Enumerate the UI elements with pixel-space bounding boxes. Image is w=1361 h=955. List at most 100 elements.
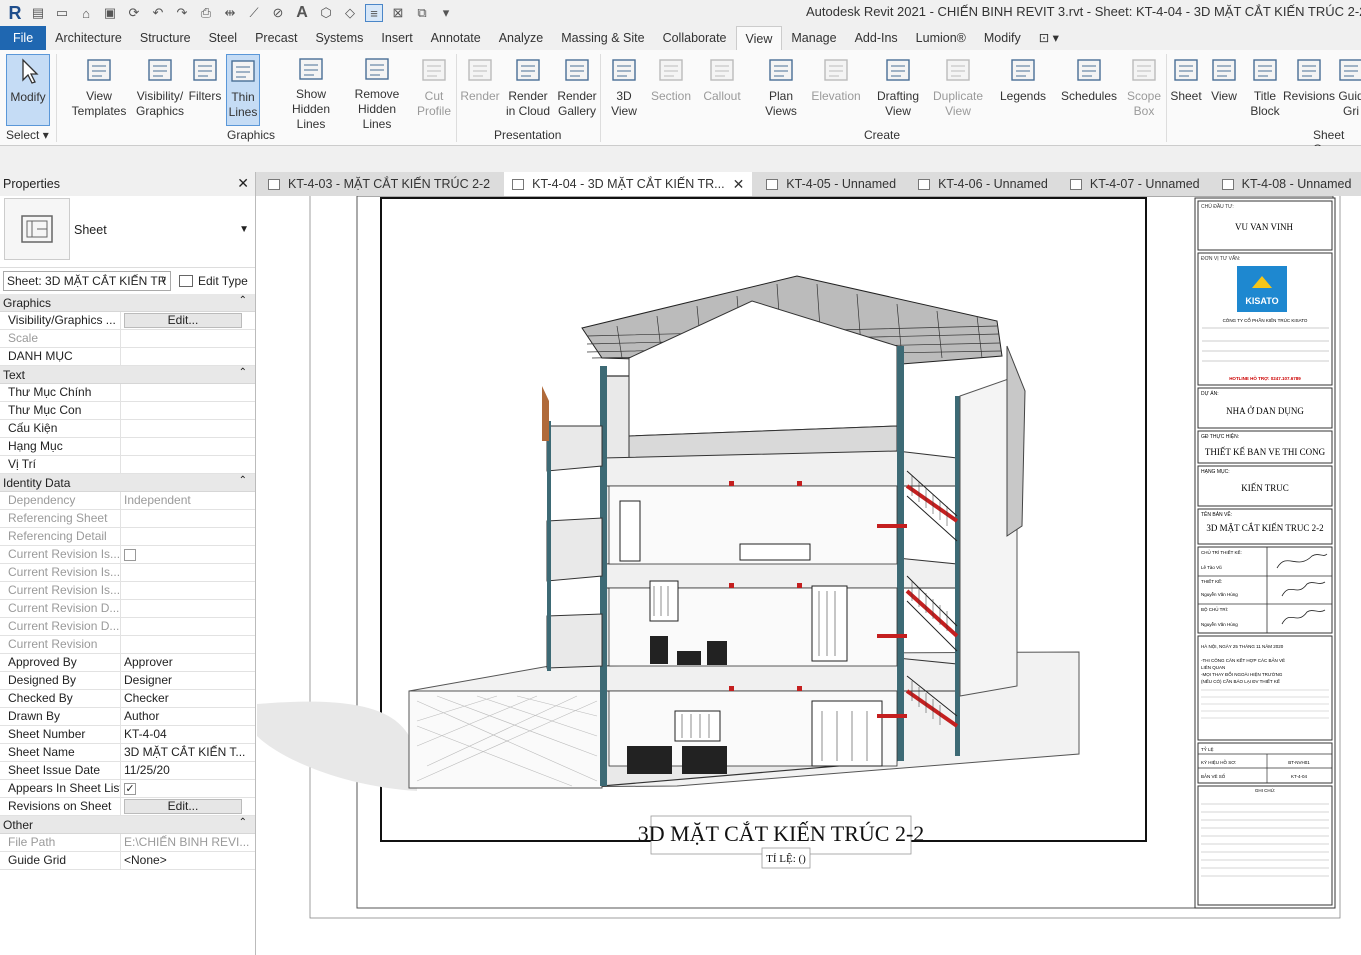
property-value-cell[interactable]: Edit... bbox=[121, 798, 255, 815]
tab-file[interactable]: File bbox=[0, 26, 47, 50]
ribbon-button-callout[interactable]: Callout bbox=[700, 54, 744, 126]
property-value-cell[interactable]: 11/25/20 bbox=[121, 762, 255, 779]
edit-type-button[interactable]: Edit Type bbox=[179, 274, 248, 288]
property-value[interactable]: Checker bbox=[124, 691, 169, 705]
property-value[interactable]: Designer bbox=[124, 673, 172, 687]
document-tab[interactable]: KT-4-06 - Unnamed bbox=[910, 172, 1056, 196]
ribbon-button-modify[interactable]: Modify bbox=[6, 54, 50, 126]
property-value-cell[interactable]: 3D MẶT CẮT KIẾN T... bbox=[121, 744, 255, 761]
instance-filter-dropdown[interactable]: Sheet: 3D MẶT CẮT KIẾN TR ∨ bbox=[3, 271, 171, 291]
property-value-cell[interactable] bbox=[121, 456, 255, 473]
redo-icon[interactable]: ↷ bbox=[173, 4, 191, 22]
ribbon-button-show-hidden-lines[interactable]: Show Hidden Lines bbox=[280, 54, 342, 131]
ribbon-button-legends[interactable]: Legends bbox=[996, 54, 1050, 126]
select-group-label[interactable]: Select ▾ bbox=[6, 128, 49, 142]
tab-structure[interactable]: Structure bbox=[131, 26, 200, 50]
section-tool-icon[interactable]: ◇ bbox=[341, 4, 359, 22]
document-tab[interactable]: KT-4-05 - Unnamed bbox=[758, 172, 904, 196]
category-identity-data[interactable]: Identity Data ⌃ bbox=[0, 474, 255, 492]
property-value-cell[interactable]: <None> bbox=[121, 852, 255, 869]
new-icon[interactable]: ▭ bbox=[53, 4, 71, 22]
property-value-cell[interactable]: ✓ bbox=[121, 780, 255, 797]
collapse-icon[interactable]: ⌃ bbox=[239, 295, 247, 306]
ribbon-button-view[interactable]: View bbox=[1206, 54, 1242, 126]
chevron-down-icon[interactable]: ▼ bbox=[239, 224, 249, 235]
property-value-cell[interactable] bbox=[121, 546, 255, 563]
ribbon-button-render-gallery[interactable]: Render Gallery bbox=[555, 54, 599, 126]
property-value-cell[interactable]: E:\CHIẾN BINH REVI... bbox=[121, 834, 255, 851]
switch-windows-icon[interactable]: ⧉ bbox=[413, 4, 431, 22]
property-value-cell[interactable] bbox=[121, 510, 255, 527]
property-value-cell[interactable]: Author bbox=[121, 708, 255, 725]
ribbon-button-render-in-cloud[interactable]: Render in Cloud bbox=[505, 54, 551, 126]
close-icon[interactable]: ✕ bbox=[237, 175, 249, 192]
tab-lumion[interactable]: Lumion® bbox=[907, 26, 975, 50]
save-icon[interactable]: ▣ bbox=[101, 4, 119, 22]
property-value[interactable]: 3D MẶT CẮT KIẾN T... bbox=[124, 745, 245, 759]
tab-precast[interactable]: Precast bbox=[246, 26, 306, 50]
property-value-cell[interactable]: Approver bbox=[121, 654, 255, 671]
category-graphics[interactable]: Graphics ⌃ bbox=[0, 294, 255, 312]
property-value-cell[interactable] bbox=[121, 384, 255, 401]
type-selector[interactable]: Sheet ▼ bbox=[0, 196, 255, 268]
collapse-icon[interactable]: ⌃ bbox=[239, 475, 247, 486]
drawing-canvas[interactable]: 3D MẶT CẮT KIẾN TRÚC 2-2 TỈ LỆ: () CHỦ Đ… bbox=[257, 196, 1361, 955]
tab-modify[interactable]: Modify bbox=[975, 26, 1030, 50]
property-value[interactable]: Independent bbox=[124, 493, 191, 507]
ribbon-button-elevation[interactable]: Elevation bbox=[811, 54, 861, 126]
thin-lines-qat-icon[interactable]: ≡ bbox=[365, 4, 383, 22]
ribbon-button-scope-box[interactable]: Scope Box bbox=[1124, 54, 1164, 126]
ribbon-button-duplicate-view[interactable]: Duplicate View bbox=[930, 54, 986, 126]
ribbon-button-title-block[interactable]: Title Block bbox=[1246, 54, 1284, 126]
category-other[interactable]: Other ⌃ bbox=[0, 816, 255, 834]
tab-architecture[interactable]: Architecture bbox=[46, 26, 131, 50]
tab-insert[interactable]: Insert bbox=[372, 26, 421, 50]
tab-analyze[interactable]: Analyze bbox=[490, 26, 552, 50]
category-text[interactable]: Text ⌃ bbox=[0, 366, 255, 384]
property-value-cell[interactable] bbox=[121, 600, 255, 617]
measure-icon[interactable]: ⇹ bbox=[221, 4, 239, 22]
property-value-cell[interactable] bbox=[121, 582, 255, 599]
ribbon-button-view-templates[interactable]: View Templates bbox=[72, 54, 126, 126]
property-value-cell[interactable] bbox=[121, 420, 255, 437]
tab-add-ins[interactable]: Add-Ins bbox=[846, 26, 907, 50]
open-icon[interactable]: ⌂ bbox=[77, 4, 95, 22]
property-value-cell[interactable] bbox=[121, 330, 255, 347]
ribbon-button-3d-view[interactable]: 3D View bbox=[606, 54, 642, 126]
edit-button[interactable]: Edit... bbox=[124, 799, 242, 814]
tab-systems[interactable]: Systems bbox=[306, 26, 372, 50]
close-hidden-windows-icon[interactable]: ⊠ bbox=[389, 4, 407, 22]
property-value[interactable]: Author bbox=[124, 709, 159, 723]
close-icon[interactable]: ✕ bbox=[733, 172, 745, 196]
property-value-cell[interactable] bbox=[121, 618, 255, 635]
ribbon-button-drafting-view[interactable]: Drafting View bbox=[874, 54, 922, 126]
ribbon-button-schedules[interactable]: Schedules bbox=[1060, 54, 1118, 126]
undo-icon[interactable]: ↶ bbox=[149, 4, 167, 22]
tag-icon[interactable]: ⊘ bbox=[269, 4, 287, 22]
customize-qat-icon[interactable]: ▾ bbox=[437, 4, 455, 22]
property-value-cell[interactable] bbox=[121, 636, 255, 653]
property-value-cell[interactable]: Edit... bbox=[121, 312, 255, 329]
document-tab[interactable]: KT-4-08 - Unnamed bbox=[1214, 172, 1360, 196]
revit-logo-icon[interactable]: R bbox=[4, 2, 26, 24]
property-value-cell[interactable] bbox=[121, 348, 255, 365]
property-value[interactable]: KT-4-04 bbox=[124, 727, 167, 741]
document-tab[interactable]: KT-4-03 - MẶT CẮT KIẾN TRÚC 2-2 bbox=[260, 172, 498, 196]
property-value-cell[interactable] bbox=[121, 528, 255, 545]
ribbon-button-visibility-graphics[interactable]: Visibility/Graphics bbox=[132, 54, 188, 126]
property-value[interactable]: Approver bbox=[124, 655, 173, 669]
sync-icon[interactable]: ⟳ bbox=[125, 4, 143, 22]
tab-collaborate[interactable]: Collaborate bbox=[654, 26, 736, 50]
property-value[interactable]: 11/25/20 bbox=[124, 763, 170, 777]
property-value-cell[interactable]: Independent bbox=[121, 492, 255, 509]
property-value-cell[interactable] bbox=[121, 564, 255, 581]
ribbon-minimize-icon[interactable]: ⊡ ▾ bbox=[1030, 26, 1068, 50]
checkbox[interactable] bbox=[124, 549, 136, 561]
tab-massing-site[interactable]: Massing & Site bbox=[552, 26, 653, 50]
edit-button[interactable]: Edit... bbox=[124, 313, 242, 328]
property-value-cell[interactable] bbox=[121, 402, 255, 419]
ribbon-button-remove-hidden-lines[interactable]: Remove Hidden Lines bbox=[343, 54, 411, 131]
ribbon-button-sheet[interactable]: Sheet bbox=[1168, 54, 1204, 126]
ribbon-button-plan-views[interactable]: Plan Views bbox=[762, 54, 800, 126]
collapse-icon[interactable]: ⌃ bbox=[239, 817, 247, 828]
